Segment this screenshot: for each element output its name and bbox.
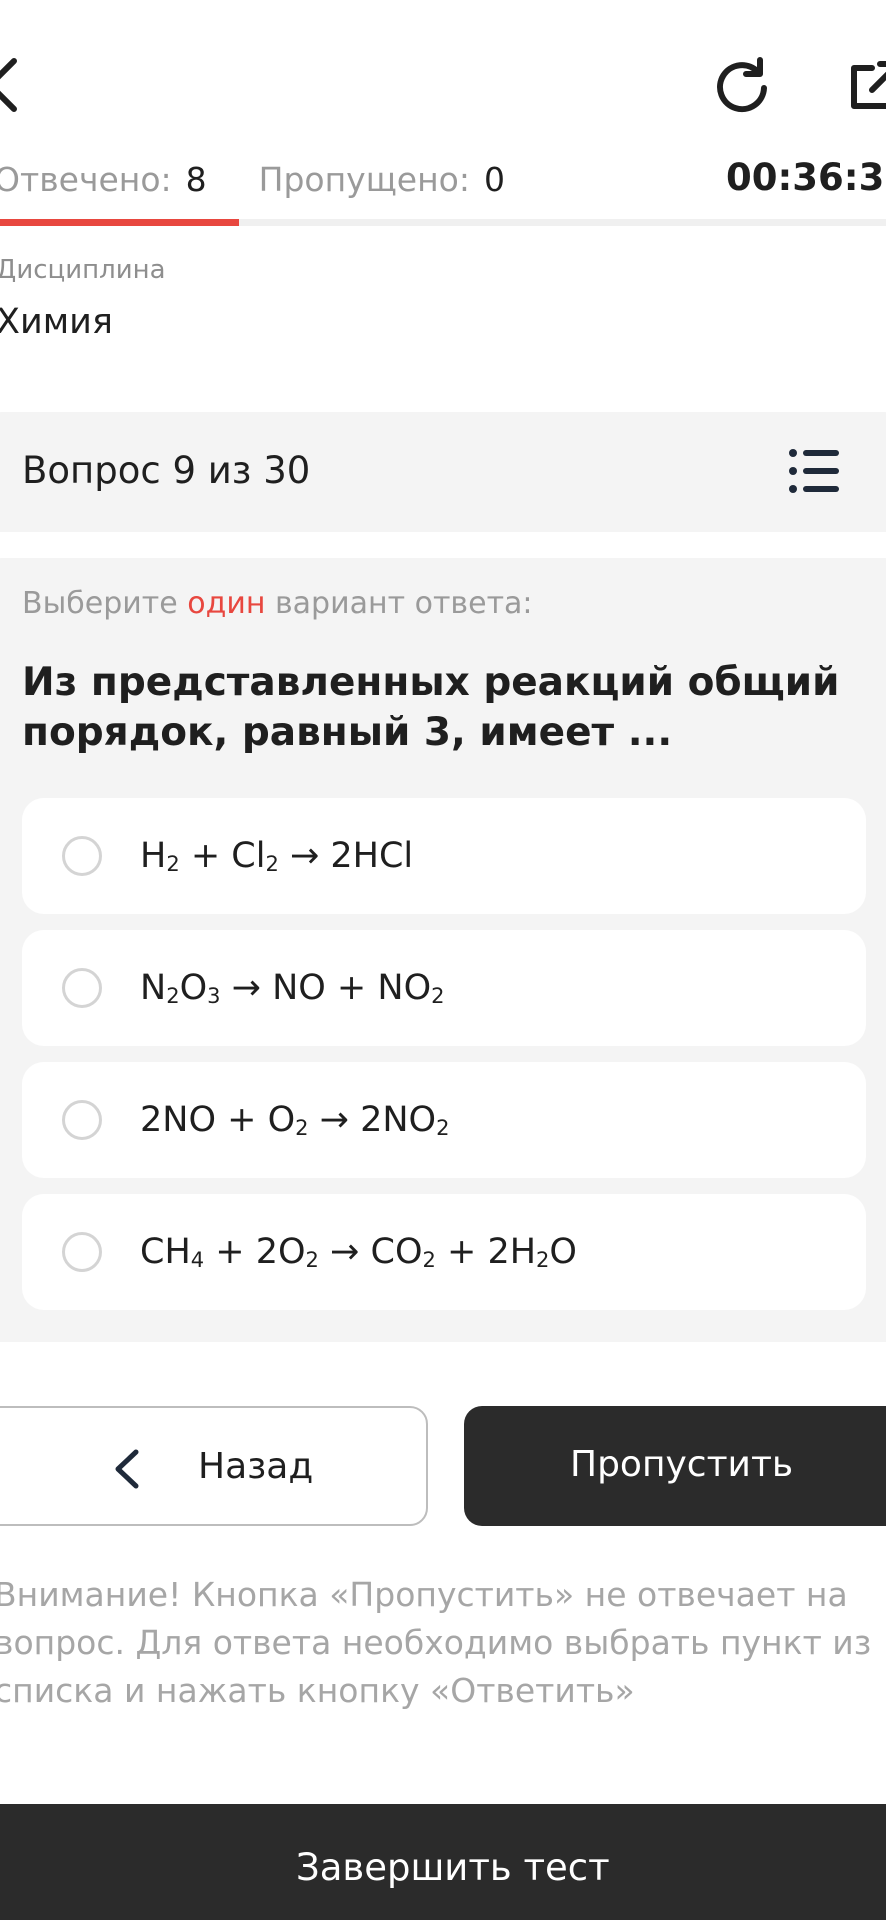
skipped-count: 0 bbox=[483, 159, 505, 199]
test-screen: Отвечено: 8 Пропущено: 0 00:36:36 Дисцип… bbox=[0, 0, 886, 1920]
back-chevron-icon[interactable] bbox=[0, 55, 22, 115]
open-external-icon[interactable] bbox=[846, 56, 886, 116]
question-header: Вопрос 9 из 30 bbox=[0, 412, 886, 532]
reload-icon[interactable] bbox=[712, 54, 772, 114]
answered-count: 8 bbox=[185, 159, 207, 199]
option-text: 2NO + O2 → 2NO2 bbox=[140, 1100, 450, 1140]
back-button-label: Назад bbox=[198, 1446, 314, 1487]
instruction-text-start: Выберите bbox=[22, 586, 188, 621]
stats-row: Отвечено: 8 Пропущено: 0 bbox=[0, 156, 505, 202]
discipline-label: Дисциплина bbox=[0, 255, 166, 285]
list-icon[interactable] bbox=[788, 448, 840, 494]
finish-test-label: Завершить тест bbox=[296, 1846, 610, 1889]
radio-unchecked-icon[interactable] bbox=[62, 1232, 102, 1272]
answer-option-4[interactable]: CH4 + 2O2 → CO2 + 2H2O bbox=[22, 1194, 866, 1310]
progress-bar bbox=[0, 219, 886, 226]
instruction: Выберите один вариант ответа: bbox=[22, 586, 533, 621]
question-number: Вопрос 9 из 30 bbox=[22, 449, 311, 492]
question-text: Из представленных реакций общий порядок,… bbox=[22, 660, 840, 755]
timer: 00:36:36 bbox=[726, 156, 886, 199]
back-button[interactable]: Назад bbox=[0, 1406, 428, 1526]
instruction-text-end: вариант ответа: bbox=[265, 586, 533, 621]
top-bar bbox=[0, 0, 886, 160]
chevron-left-icon bbox=[112, 1448, 142, 1490]
progress-fill bbox=[0, 219, 240, 226]
answer-option-2[interactable]: N2O3 → NO + NO2 bbox=[22, 930, 866, 1046]
radio-unchecked-icon[interactable] bbox=[62, 836, 102, 876]
radio-unchecked-icon[interactable] bbox=[62, 1100, 102, 1140]
skip-button-label: Пропустить bbox=[570, 1444, 794, 1485]
skip-button[interactable]: Пропустить bbox=[464, 1406, 886, 1526]
option-text: CH4 + 2O2 → CO2 + 2H2O bbox=[140, 1232, 577, 1272]
instruction-accent: один bbox=[187, 586, 266, 621]
option-text: H2 + Cl2 → 2HCl bbox=[140, 836, 414, 876]
answer-option-1[interactable]: H2 + Cl2 → 2HCl bbox=[22, 798, 866, 914]
warning-text: Внимание! Кнопка «Пропустить» не отвечае… bbox=[0, 1575, 872, 1710]
discipline-value: Химия bbox=[0, 302, 113, 342]
answer-option-3[interactable]: 2NO + O2 → 2NO2 bbox=[22, 1062, 866, 1178]
question-card: Выберите один вариант ответа: Из предста… bbox=[0, 558, 886, 1342]
skipped-label: Пропущено: bbox=[258, 159, 470, 199]
option-text: N2O3 → NO + NO2 bbox=[140, 968, 445, 1008]
radio-unchecked-icon[interactable] bbox=[62, 968, 102, 1008]
finish-test-button[interactable]: Завершить тест bbox=[0, 1804, 886, 1920]
answered-label: Отвечено: bbox=[0, 159, 172, 199]
